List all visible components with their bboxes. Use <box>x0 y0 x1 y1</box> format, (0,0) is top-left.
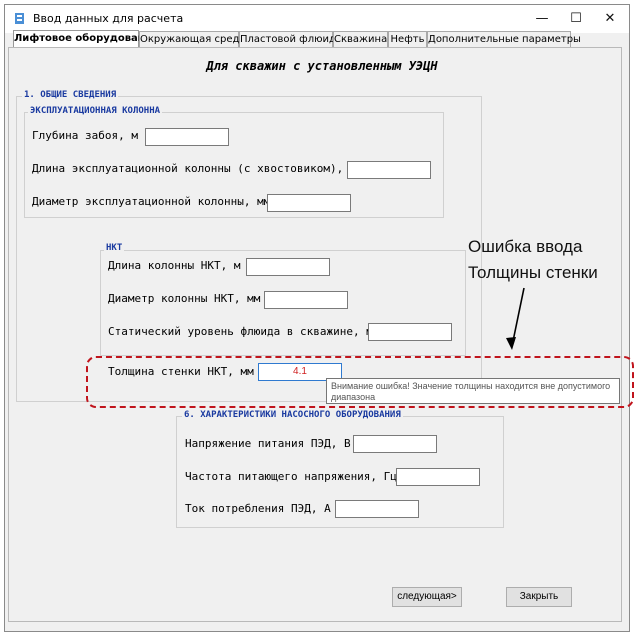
maximize-button[interactable]: ☐ <box>559 5 593 33</box>
pump-title: 6. ХАРАКТЕРИСТИКИ НАСОСНОГО ОБОРУДОВАНИЯ <box>182 410 403 420</box>
casing-length-label: Длина эксплуатационной колонны (с хвосто… <box>32 162 357 175</box>
pump-current-label: Ток потребления ПЭД, А <box>185 502 331 515</box>
tab-environment[interactable]: Окружающая среда <box>139 31 246 47</box>
close-window-button[interactable]: ✕ <box>593 5 627 33</box>
depth-input[interactable] <box>145 128 229 146</box>
tab-well[interactable]: Скважина <box>333 31 388 47</box>
casing-diameter-input[interactable] <box>267 194 351 212</box>
static-level-input[interactable] <box>368 323 452 341</box>
casing-title: ЭКСПЛУАТАЦИОННАЯ КОЛОННА <box>28 106 163 116</box>
tab-additional-params[interactable]: Дополнительные параметры <box>427 31 581 47</box>
error-tooltip: Внимание ошибка! Значение толщины находи… <box>326 378 620 404</box>
app-icon <box>15 13 24 24</box>
minimize-button[interactable]: — <box>525 5 559 33</box>
tab-reservoir-fluid[interactable]: Пластовой флюид <box>239 31 336 47</box>
error-tooltip-line2: диапазона <box>331 392 376 402</box>
pump-frequency-label: Частота питающего напряжения, Гц <box>185 470 397 483</box>
title-bar: Ввод данных для расчета — ☐ ✕ <box>5 5 629 33</box>
annotation-line2: Толщины стенки <box>468 263 598 282</box>
next-button[interactable]: следующая> <box>392 587 462 607</box>
nkt-length-input[interactable] <box>246 258 330 276</box>
tab-oil[interactable]: Нефть <box>388 31 427 47</box>
pump-voltage-label: Напряжение питания ПЭД, В <box>185 437 351 450</box>
pump-voltage-input[interactable] <box>353 435 437 453</box>
nkt-diameter-input[interactable] <box>264 291 348 309</box>
pump-current-input[interactable] <box>335 500 419 518</box>
nkt-length-label: Длина колонны НКТ, м <box>108 259 241 272</box>
static-level-label: Статический уровень флюида в скважине, м <box>108 325 373 338</box>
pump-frequency-input[interactable] <box>396 468 480 486</box>
depth-label: Глубина забоя, м <box>32 129 138 142</box>
casing-length-input[interactable] <box>347 161 431 179</box>
general-info-title: 1. ОБЩИЕ СВЕДЕНИЯ <box>22 90 119 100</box>
nkt-diameter-label: Диаметр колонны НКТ, мм <box>108 292 261 305</box>
page-heading: Для скважин с установленным УЭЦН <box>206 59 438 73</box>
casing-diameter-label: Диаметр эксплуатационной колонны, мм <box>32 195 271 208</box>
annotation-line1: Ошибка ввода <box>468 237 583 256</box>
close-button[interactable]: Закрыть <box>506 587 572 607</box>
window-title: Ввод данных для расчета <box>33 12 184 25</box>
nkt-title: НКТ <box>104 243 125 253</box>
annotation-arrow-icon <box>506 287 525 350</box>
error-tooltip-line1: Внимание ошибка! Значение толщины находи… <box>331 381 611 391</box>
